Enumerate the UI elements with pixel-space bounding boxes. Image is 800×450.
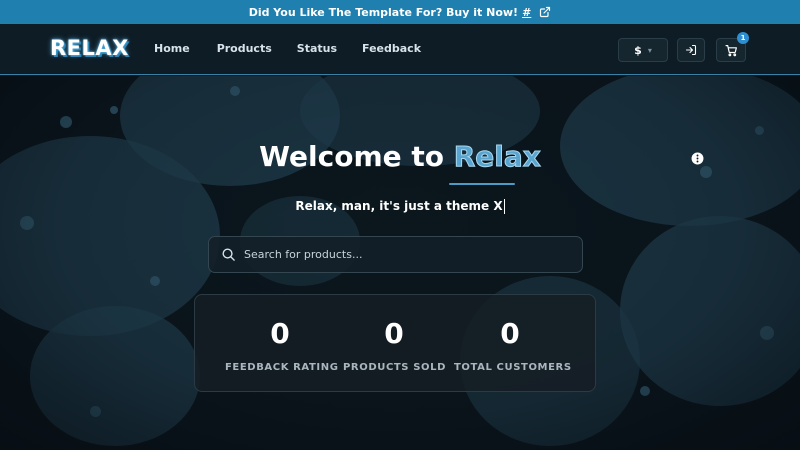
stat-label: FEEDBACK RATING bbox=[225, 362, 339, 373]
cart-count-badge: 1 bbox=[737, 32, 749, 44]
hero-title-accent: Relax bbox=[453, 140, 541, 174]
title-underline bbox=[449, 183, 515, 185]
external-link-icon[interactable] bbox=[539, 6, 551, 18]
login-icon bbox=[685, 44, 697, 56]
stat-label: TOTAL CUSTOMERS bbox=[454, 362, 572, 373]
stat-feedback-rating: 0 FEEDBACK RATING bbox=[225, 317, 339, 373]
hero-title-prefix: Welcome to bbox=[259, 140, 444, 173]
nav-home[interactable]: Home bbox=[154, 42, 190, 55]
nav-products[interactable]: Products bbox=[217, 42, 272, 55]
logo[interactable]: RELAX bbox=[50, 36, 129, 60]
cart-icon bbox=[724, 44, 737, 56]
search-bar[interactable] bbox=[208, 236, 583, 273]
stats-panel: 0 FEEDBACK RATING 0 PRODUCTS SOLD 0 TOTA… bbox=[194, 294, 596, 392]
stat-value: 0 bbox=[384, 317, 404, 350]
stat-label: PRODUCTS SOLD bbox=[343, 362, 446, 373]
currency-selector[interactable]: $ ▾ bbox=[618, 38, 668, 62]
hero-title: Welcome to Relax bbox=[0, 140, 800, 174]
announcement-text: Did You Like The Template For? Buy it No… bbox=[248, 5, 519, 19]
nav-status[interactable]: Status bbox=[297, 42, 337, 55]
stat-total-customers: 0 TOTAL CUSTOMERS bbox=[454, 317, 572, 373]
main-nav: Home Products Status Feedback bbox=[154, 42, 446, 55]
nav-feedback[interactable]: Feedback bbox=[362, 42, 421, 55]
cart-button[interactable]: 1 bbox=[716, 32, 749, 62]
stat-value: 0 bbox=[270, 317, 290, 350]
stat-value: 0 bbox=[500, 317, 520, 350]
typing-caret bbox=[503, 199, 505, 214]
stat-products-sold: 0 PRODUCTS SOLD bbox=[343, 317, 445, 373]
login-button[interactable] bbox=[677, 38, 705, 62]
hero-subtitle: Relax, man, it's just a theme X bbox=[0, 199, 800, 214]
chevron-down-icon: ▾ bbox=[647, 45, 652, 55]
hero-subtitle-text: Relax, man, it's just a theme X bbox=[295, 199, 503, 213]
info-icon[interactable] bbox=[691, 152, 704, 165]
announcement-bar: Did You Like The Template For? Buy it No… bbox=[0, 0, 800, 24]
announcement-link[interactable]: # bbox=[522, 6, 531, 19]
currency-value: $ bbox=[634, 43, 642, 57]
site-header: RELAX Home Products Status Feedback $ ▾ … bbox=[0, 24, 800, 75]
search-icon bbox=[222, 248, 235, 261]
search-input[interactable] bbox=[244, 248, 564, 261]
